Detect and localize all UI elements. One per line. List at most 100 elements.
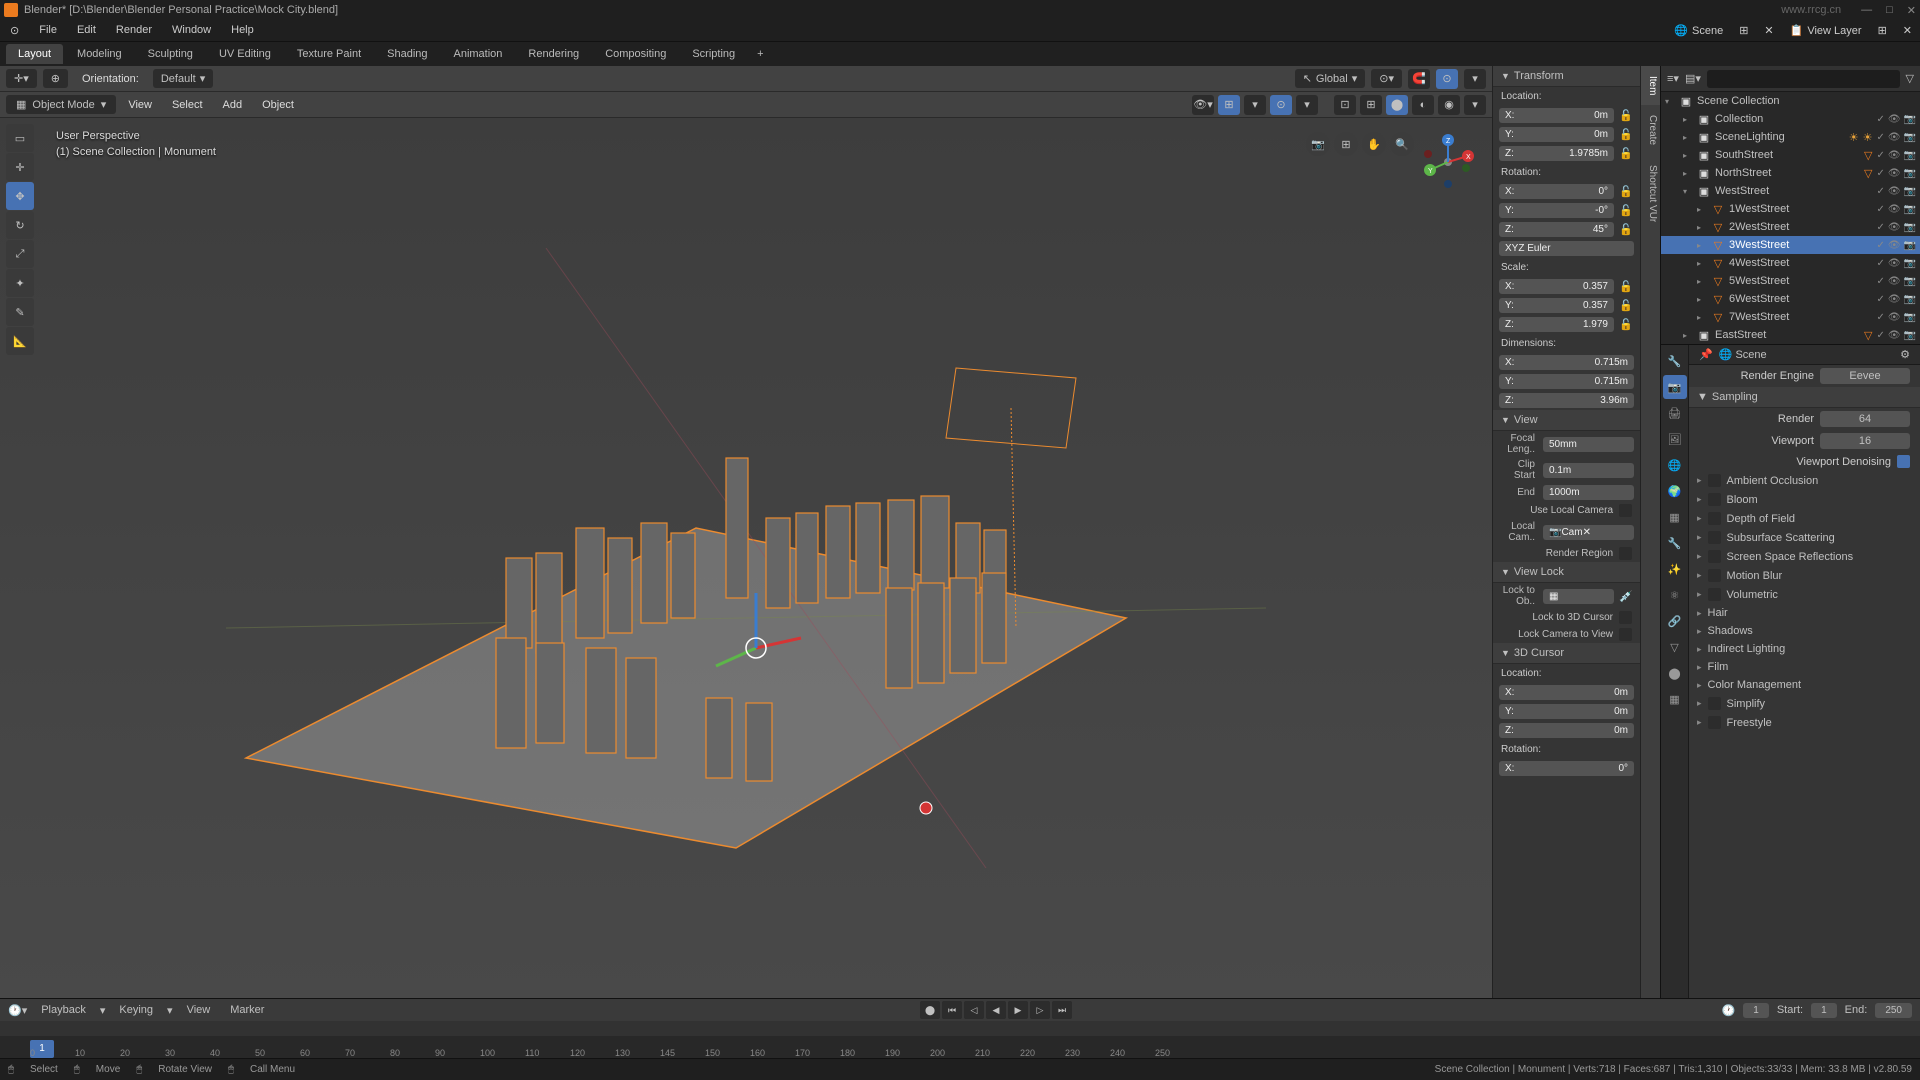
prop-tab-physics[interactable]: ⚛ xyxy=(1663,583,1687,607)
minimize-icon[interactable]: — xyxy=(1861,4,1872,17)
snap-toggle[interactable]: 🧲 xyxy=(1408,69,1430,89)
prop-section-header[interactable]: ▸Ambient Occlusion xyxy=(1689,471,1920,490)
gizmo-toggle[interactable]: ⊞ xyxy=(1218,95,1240,115)
scale-x-field[interactable]: X:0.357 xyxy=(1499,279,1614,294)
tool-cursor[interactable]: ✛ xyxy=(6,153,34,181)
scene-new-button[interactable]: ⊞ xyxy=(1731,20,1756,41)
proportional-falloff-dropdown[interactable]: ▾ xyxy=(1464,69,1486,89)
prop-tab-data[interactable]: ▽ xyxy=(1663,635,1687,659)
current-frame-field[interactable]: 1 xyxy=(1743,1003,1769,1018)
prop-section-header[interactable]: ▸Shadows xyxy=(1689,622,1920,640)
cursor-z-field[interactable]: Z:0m xyxy=(1499,723,1634,738)
viewport-menu-add[interactable]: Add xyxy=(215,96,251,114)
nav-pan-icon[interactable]: ✋ xyxy=(1362,132,1386,156)
render-icon[interactable]: 📷 xyxy=(1904,222,1916,233)
section-enable-checkbox[interactable] xyxy=(1708,493,1721,506)
snap-dropdown[interactable]: ⊙▾ xyxy=(1371,69,1402,88)
prop-section-header[interactable]: ▸Simplify xyxy=(1689,694,1920,713)
tool-transform[interactable]: ✦ xyxy=(6,269,34,297)
maximize-icon[interactable]: □ xyxy=(1886,4,1893,17)
prop-tab-constraint[interactable]: 🔗 xyxy=(1663,609,1687,633)
outliner-search-input[interactable] xyxy=(1707,70,1900,88)
render-icon[interactable]: 📷 xyxy=(1904,258,1916,269)
eye-icon[interactable]: 👁 xyxy=(1888,330,1901,341)
transform-panel-header[interactable]: ▼Transform xyxy=(1493,66,1640,87)
npanel-tab-item[interactable]: Item xyxy=(1641,66,1660,105)
menu-file[interactable]: File xyxy=(29,20,67,41)
eyedropper-icon[interactable]: 💉 xyxy=(1618,590,1634,603)
prop-section-header[interactable]: ▸Bloom xyxy=(1689,490,1920,509)
local-camera-field[interactable]: 📷 Cam ✕ xyxy=(1543,525,1634,540)
viewport-menu-view[interactable]: View xyxy=(120,96,160,114)
tool-scale[interactable]: ⤢ xyxy=(6,240,34,268)
lock-icon[interactable]: 🔓 xyxy=(1618,318,1634,331)
prop-tab-output[interactable]: 🖨 xyxy=(1663,401,1687,425)
tab-sculpting[interactable]: Sculpting xyxy=(136,44,205,64)
tool-rotate[interactable]: ↻ xyxy=(6,211,34,239)
render-icon[interactable]: 📷 xyxy=(1904,132,1916,143)
eye-icon[interactable]: 👁 xyxy=(1888,132,1901,143)
section-enable-checkbox[interactable] xyxy=(1708,716,1721,729)
exclude-icon[interactable]: ✓ xyxy=(1876,168,1884,179)
scene-selector[interactable]: 🌐 Scene xyxy=(1666,20,1731,41)
section-enable-checkbox[interactable] xyxy=(1708,550,1721,563)
prop-tab-render[interactable]: 📷 xyxy=(1663,375,1687,399)
timeline-menu-marker[interactable]: Marker xyxy=(224,1002,270,1018)
lock-icon[interactable]: 🔓 xyxy=(1618,204,1634,217)
prop-options-icon[interactable]: ⚙ xyxy=(1900,348,1910,361)
overlay-toggle[interactable]: ⊙ xyxy=(1270,95,1292,115)
scale-z-field[interactable]: Z:1.979 xyxy=(1499,317,1614,332)
exclude-icon[interactable]: ✓ xyxy=(1876,204,1884,215)
eye-icon[interactable]: 👁 xyxy=(1888,168,1901,179)
outliner-item[interactable]: ▸▽1WestStreet✓👁📷 xyxy=(1661,200,1920,218)
viewlayer-delete-button[interactable]: ✕ xyxy=(1895,20,1920,41)
proportional-edit-toggle[interactable]: ⊙ xyxy=(1436,69,1458,89)
exclude-icon[interactable]: ✓ xyxy=(1876,222,1884,233)
focal-length-field[interactable]: 50mm xyxy=(1543,437,1634,452)
outliner-item[interactable]: ▸▽4WestStreet✓👁📷 xyxy=(1661,254,1920,272)
prop-section-header[interactable]: ▸Color Management xyxy=(1689,676,1920,694)
scene-delete-button[interactable]: ✕ xyxy=(1756,20,1781,41)
lock-camera-view-checkbox[interactable] xyxy=(1619,628,1632,641)
mode-dropdown[interactable]: ▦ Object Mode ▾ xyxy=(6,95,116,114)
tab-texture-paint[interactable]: Texture Paint xyxy=(285,44,373,64)
gizmo-dropdown[interactable]: ▾ xyxy=(1244,95,1266,115)
timeline-type-dropdown[interactable]: 🕐▾ xyxy=(8,1004,27,1017)
cursor-panel-header[interactable]: ▼3D Cursor xyxy=(1493,643,1640,664)
nav-camera-icon[interactable]: 📷 xyxy=(1306,132,1330,156)
prop-section-header[interactable]: ▸Indirect Lighting xyxy=(1689,640,1920,658)
render-icon[interactable]: 📷 xyxy=(1904,240,1916,251)
prop-section-header[interactable]: ▸Screen Space Reflections xyxy=(1689,547,1920,566)
dim-x-field[interactable]: X:0.715m xyxy=(1499,355,1634,370)
object-visibility-dropdown[interactable]: 👁▾ xyxy=(1192,95,1214,115)
prop-tab-particle[interactable]: ✨ xyxy=(1663,557,1687,581)
timeline-menu-keying[interactable]: Keying xyxy=(113,1002,159,1018)
exclude-icon[interactable]: ✓ xyxy=(1876,294,1884,305)
tab-layout[interactable]: Layout xyxy=(6,44,63,64)
outliner-item[interactable]: ▸▣EastStreet▽✓👁📷 xyxy=(1661,326,1920,344)
timeline-ruler[interactable]: 1 01020304050607080901001101201301451501… xyxy=(0,1036,1920,1058)
dim-z-field[interactable]: Z:3.96m xyxy=(1499,393,1634,408)
viewlock-panel-header[interactable]: ▼View Lock xyxy=(1493,562,1640,583)
nav-grid-icon[interactable]: ⊞ xyxy=(1334,132,1358,156)
rotation-y-field[interactable]: Y:-0° xyxy=(1499,203,1614,218)
use-local-camera-checkbox[interactable] xyxy=(1619,504,1632,517)
tool-measure[interactable]: 📐 xyxy=(6,327,34,355)
prop-tab-material[interactable]: ⬤ xyxy=(1663,661,1687,685)
eye-icon[interactable]: 👁 xyxy=(1888,150,1901,161)
eye-icon[interactable]: 👁 xyxy=(1888,258,1901,269)
exclude-icon[interactable]: ✓ xyxy=(1876,150,1884,161)
add-workspace-button[interactable]: + xyxy=(749,44,771,64)
tab-modeling[interactable]: Modeling xyxy=(65,44,134,64)
render-icon[interactable]: 📷 xyxy=(1904,168,1916,179)
xray-toggle[interactable]: ⊡ xyxy=(1334,95,1356,115)
outliner-filter-icon[interactable]: ▽ xyxy=(1906,72,1914,85)
cursor-pivot-dropdown[interactable]: ✛▾ xyxy=(6,69,37,88)
overlay-dropdown[interactable]: ▾ xyxy=(1296,95,1318,115)
prop-tab-object[interactable]: ▦ xyxy=(1663,505,1687,529)
scale-y-field[interactable]: Y:0.357 xyxy=(1499,298,1614,313)
tab-shading[interactable]: Shading xyxy=(375,44,439,64)
render-icon[interactable]: 📷 xyxy=(1904,150,1916,161)
rotation-mode-dropdown[interactable]: XYZ Euler xyxy=(1499,241,1634,256)
dim-y-field[interactable]: Y:0.715m xyxy=(1499,374,1634,389)
